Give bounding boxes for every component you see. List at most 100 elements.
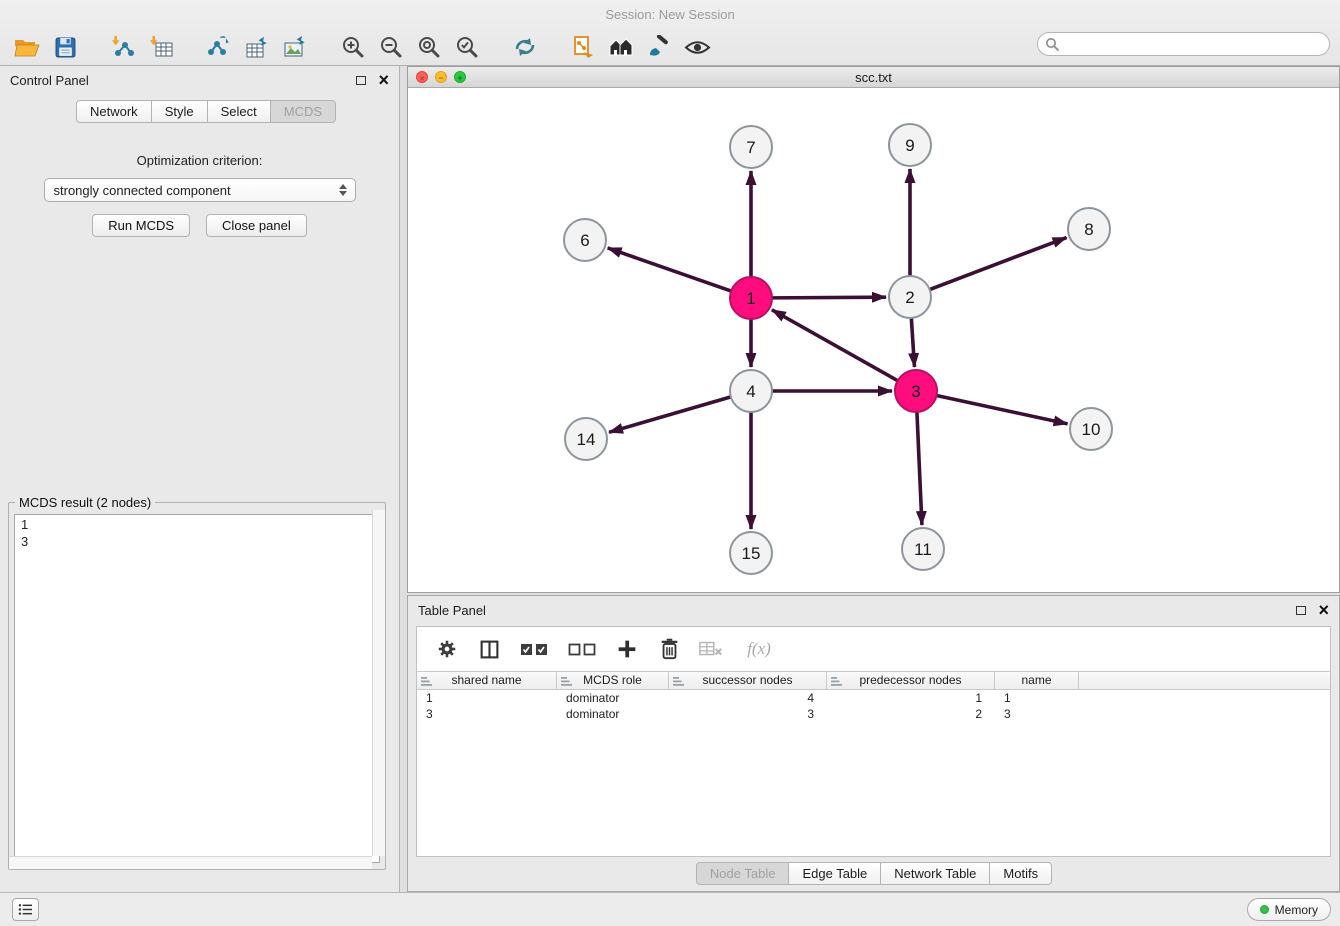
graph-edge-3-1[interactable]: [772, 310, 898, 381]
svg-text:3: 3: [911, 382, 920, 401]
export-image-button[interactable]: [276, 31, 314, 63]
graph-node-8[interactable]: 8: [1068, 208, 1110, 250]
column-label: successor nodes: [702, 673, 792, 687]
graph-node-14[interactable]: 14: [565, 418, 607, 460]
clone-network-button[interactable]: [564, 31, 602, 63]
table-row[interactable]: 1 dominator 4 1 1: [417, 690, 1330, 706]
graph-edge-1-6[interactable]: [608, 248, 732, 291]
run-mcds-button[interactable]: Run MCDS: [92, 214, 190, 237]
graph-node-10[interactable]: 10: [1070, 408, 1112, 450]
show-columns-button[interactable]: [477, 637, 501, 661]
minimize-window-icon[interactable]: [435, 71, 447, 83]
import-table-button[interactable]: [142, 31, 180, 63]
network-canvas[interactable]: 7 9 6 8 1 2 4 3 14 10 15 11: [408, 88, 1339, 592]
column-header-successor-nodes[interactable]: successor nodes: [669, 672, 827, 689]
float-panel-icon[interactable]: [356, 76, 366, 85]
graph-node-2[interactable]: 2: [889, 276, 931, 318]
tab-select[interactable]: Select: [207, 100, 271, 123]
zoom-selected-button[interactable]: [448, 31, 486, 63]
graph-node-1[interactable]: 1: [730, 277, 772, 319]
network-window-titlebar[interactable]: scc.txt: [408, 67, 1339, 88]
graph-edge-2-3[interactable]: [911, 318, 914, 367]
graph-node-9[interactable]: 9: [889, 124, 931, 166]
zoom-out-button[interactable]: [372, 31, 410, 63]
table-header-row: shared name MCDS role successor nodes pr…: [417, 671, 1330, 690]
tab-mcds[interactable]: MCDS: [270, 100, 336, 123]
cell-mcds-role[interactable]: dominator: [557, 690, 669, 706]
column-header-name[interactable]: name: [995, 672, 1079, 689]
tab-node-table[interactable]: Node Table: [696, 862, 790, 885]
delete-column-button[interactable]: [657, 637, 681, 661]
show-hide-button[interactable]: [678, 31, 716, 63]
cell-name[interactable]: 1: [995, 690, 1079, 706]
table-options-button[interactable]: [435, 637, 459, 661]
save-session-button[interactable]: [46, 31, 84, 63]
cell-successor-nodes[interactable]: 3: [669, 706, 827, 722]
cell-shared-name[interactable]: 3: [417, 706, 557, 722]
cell-mcds-role[interactable]: dominator: [557, 706, 669, 722]
horizontal-scrollbar[interactable]: [9, 856, 372, 869]
close-panel-button[interactable]: Close panel: [206, 214, 307, 237]
svg-text:6: 6: [580, 231, 589, 250]
svg-text:1: 1: [746, 289, 755, 308]
maximize-window-icon[interactable]: [454, 71, 466, 83]
refresh-view-button[interactable]: [506, 31, 544, 63]
cell-shared-name[interactable]: 1: [417, 690, 557, 706]
svg-text:10: 10: [1082, 420, 1101, 439]
svg-text:14: 14: [577, 430, 596, 449]
function-builder-button[interactable]: f(x): [741, 637, 777, 661]
column-type-icon: [673, 676, 684, 687]
graph-edge-4-14[interactable]: [609, 397, 731, 432]
cell-successor-nodes[interactable]: 4: [669, 690, 827, 706]
import-network-button[interactable]: [104, 31, 142, 63]
tab-edge-table[interactable]: Edge Table: [788, 862, 881, 885]
table-panel-header: Table Panel: [408, 596, 1339, 624]
create-column-button[interactable]: [615, 637, 639, 661]
style-brush-button[interactable]: [640, 31, 678, 63]
cell-predecessor-nodes[interactable]: 2: [827, 706, 995, 722]
column-header-mcds-role[interactable]: MCDS role: [557, 672, 669, 689]
close-panel-icon[interactable]: [378, 71, 389, 89]
graph-edge-1-2[interactable]: [772, 297, 886, 298]
graph-node-11[interactable]: 11: [902, 528, 944, 570]
tab-network[interactable]: Network: [76, 100, 152, 123]
tab-network-table[interactable]: Network Table: [880, 862, 990, 885]
tab-motifs[interactable]: Motifs: [989, 862, 1052, 885]
zoom-fit-button[interactable]: [410, 31, 448, 63]
table-row[interactable]: 3 dominator 3 2 3: [417, 706, 1330, 722]
column-header-predecessor-nodes[interactable]: predecessor nodes: [827, 672, 995, 689]
close-window-icon[interactable]: [416, 71, 428, 83]
export-table-icon: [245, 36, 269, 59]
zoom-in-button[interactable]: [334, 31, 372, 63]
graph-node-3[interactable]: 3: [895, 370, 937, 412]
mcds-result-group: MCDS result (2 nodes) 1 3: [8, 495, 386, 870]
column-label: name: [1021, 673, 1051, 687]
deselect-all-button[interactable]: [567, 637, 597, 661]
graph-edge-3-10[interactable]: [937, 395, 1068, 423]
vertical-scrollbar[interactable]: [372, 510, 385, 856]
home-view-button[interactable]: [602, 31, 640, 63]
memory-button[interactable]: Memory: [1247, 898, 1331, 921]
criterion-select[interactable]: strongly connected component: [44, 178, 356, 202]
paintbrush-icon: [647, 35, 671, 59]
cell-predecessor-nodes[interactable]: 1: [827, 690, 995, 706]
cell-name[interactable]: 3: [995, 706, 1079, 722]
select-all-button[interactable]: [519, 637, 549, 661]
export-table-button[interactable]: [238, 31, 276, 63]
float-panel-icon[interactable]: [1296, 606, 1306, 615]
delete-table-button[interactable]: [699, 637, 723, 661]
graph-node-4[interactable]: 4: [730, 370, 772, 412]
panel-menu-button[interactable]: [12, 898, 39, 921]
graph-node-7[interactable]: 7: [730, 126, 772, 168]
column-header-shared-name[interactable]: shared name: [417, 672, 557, 689]
export-network-button[interactable]: [200, 31, 238, 63]
graph-node-6[interactable]: 6: [564, 219, 606, 261]
search-input[interactable]: [1037, 32, 1330, 56]
graph-edge-2-8[interactable]: [930, 238, 1067, 290]
close-panel-icon[interactable]: [1318, 601, 1329, 619]
open-session-button[interactable]: [8, 31, 46, 63]
graph-edge-3-11[interactable]: [917, 412, 922, 525]
graph-node-15[interactable]: 15: [730, 532, 772, 574]
graph-svg[interactable]: 7 9 6 8 1 2 4 3 14 10 15 11: [408, 88, 1339, 592]
tab-style[interactable]: Style: [151, 100, 208, 123]
